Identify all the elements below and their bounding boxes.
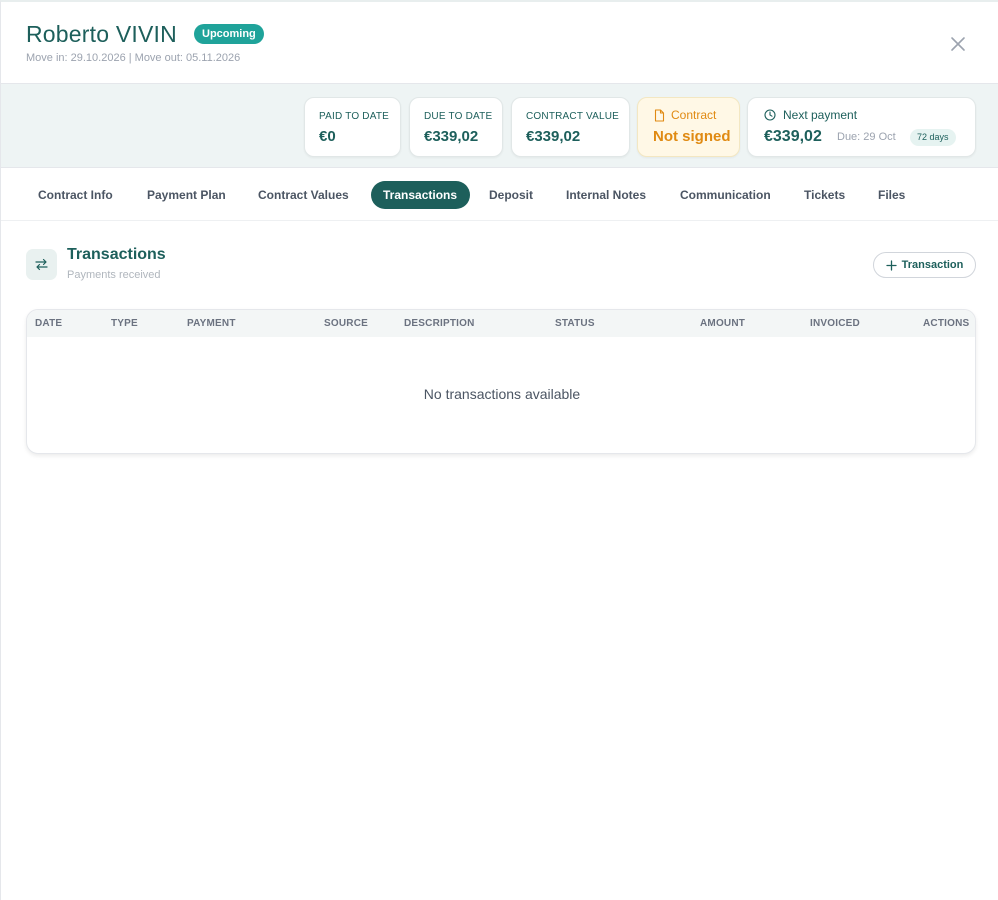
document-icon (654, 108, 665, 122)
tab-communication[interactable]: Communication (680, 181, 771, 209)
column-header-amount: AMOUNT (700, 318, 746, 329)
contract-value-value: €339,02 (526, 128, 581, 145)
column-header-date: DATE (35, 318, 63, 329)
column-header-payment: PAYMENT (187, 318, 236, 329)
column-header-invoiced: INVOICED (810, 318, 860, 329)
status-badge: Upcoming (194, 24, 264, 44)
tab-transactions[interactable]: Transactions (371, 181, 470, 209)
contract-status-card[interactable]: Contract Not signed (637, 97, 740, 157)
next-payment-header: Next payment (764, 108, 857, 122)
summary-band: PAID TO DATE €0 DUE TO DATE €339,02 CONT… (1, 84, 998, 168)
paid-to-date-value: €0 (319, 128, 336, 145)
section-title: Transactions (67, 246, 166, 263)
contract-status-label: Contract (671, 108, 717, 122)
add-transaction-button[interactable]: Transaction (873, 252, 976, 278)
contract-status-header: Contract (654, 108, 716, 122)
next-payment-amount: €339,02 (764, 128, 822, 145)
due-to-date-card: DUE TO DATE €339,02 (409, 97, 503, 157)
due-to-date-label: DUE TO DATE (424, 111, 493, 122)
contract-detail-modal: Roberto VIVIN Upcoming Move in: 29.10.20… (0, 0, 998, 900)
tab-payment-plan[interactable]: Payment Plan (147, 181, 226, 209)
next-payment-card: Next payment €339,02 Due: 29 Oct 72 days (747, 97, 976, 157)
tab-bar: Contract Info Payment Plan Contract Valu… (1, 168, 998, 221)
move-dates: Move in: 29.10.2026 | Move out: 05.11.20… (26, 52, 241, 64)
next-payment-due: Due: 29 Oct (837, 131, 896, 143)
add-transaction-label: Transaction (901, 259, 964, 271)
column-header-status: STATUS (555, 318, 595, 329)
clock-icon (764, 109, 776, 121)
tab-contract-values[interactable]: Contract Values (258, 181, 349, 209)
tab-internal-notes[interactable]: Internal Notes (566, 181, 646, 209)
column-header-source: SOURCE (324, 318, 368, 329)
tenant-name: Roberto VIVIN (26, 21, 177, 47)
column-header-description: DESCRIPTION (404, 318, 475, 329)
contract-value-label: CONTRACT VALUE (526, 111, 620, 122)
transactions-section-icon (26, 249, 57, 280)
next-payment-label: Next payment (783, 108, 858, 122)
plus-icon (885, 259, 897, 271)
paid-to-date-card: PAID TO DATE €0 (304, 97, 401, 157)
column-header-actions: ACTIONS (923, 318, 970, 329)
close-button[interactable] (947, 33, 969, 55)
close-icon (951, 37, 965, 51)
contract-value-card: CONTRACT VALUE €339,02 (511, 97, 630, 157)
swap-arrows-icon (35, 258, 48, 271)
next-payment-days-badge: 72 days (910, 129, 956, 146)
empty-state-message: No transactions available (423, 386, 581, 402)
paid-to-date-label: PAID TO DATE (319, 111, 390, 122)
section-subtitle: Payments received (67, 269, 161, 281)
tab-tickets[interactable]: Tickets (804, 181, 845, 209)
table-header: DATE TYPE PAYMENT SOURCE DESCRIPTION STA… (27, 310, 975, 337)
modal-header: Roberto VIVIN Upcoming Move in: 29.10.20… (1, 2, 998, 84)
due-to-date-value: €339,02 (424, 128, 479, 145)
tab-contract-info[interactable]: Contract Info (38, 181, 113, 209)
contract-status-value: Not signed (653, 128, 731, 145)
tab-deposit[interactable]: Deposit (489, 181, 533, 209)
column-header-type: TYPE (111, 318, 138, 329)
tab-files[interactable]: Files (878, 181, 905, 209)
transactions-table: DATE TYPE PAYMENT SOURCE DESCRIPTION STA… (26, 309, 976, 454)
